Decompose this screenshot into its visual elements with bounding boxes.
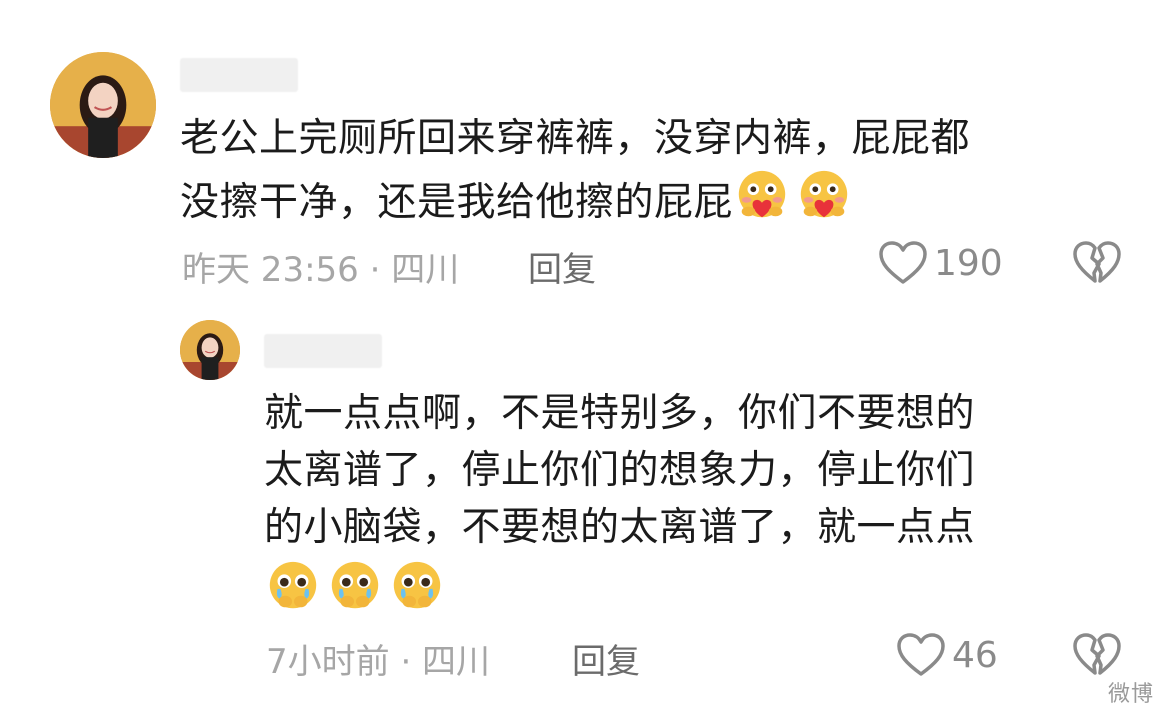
comment-line: 没擦干净，还是我给他擦的屁屁 — [180, 167, 1140, 231]
reply-button[interactable]: 回复 — [528, 242, 596, 291]
like-button[interactable]: 190 — [878, 240, 1003, 286]
pleading-emoji — [331, 561, 379, 609]
comment-meta: 昨天 23:56 · 四川 — [182, 250, 460, 290]
like-count: 190 — [934, 242, 1003, 284]
pleading-emoji — [269, 561, 317, 609]
reply-button[interactable]: 回复 — [572, 634, 640, 683]
comment-line: 太离谱了，停止你们的想象力，停止你们 — [264, 448, 976, 493]
comment-line: 老公上完厕所回来穿裤裤，没穿内裤，屁屁都 — [180, 116, 971, 161]
broken-heart-icon[interactable] — [1072, 240, 1122, 286]
pleading-emoji — [393, 561, 441, 609]
username-redacted[interactable] — [180, 58, 298, 92]
emoji-row — [264, 558, 1144, 622]
avatar[interactable] — [180, 320, 240, 380]
heart-hug-emoji — [738, 170, 786, 218]
comment-body: 老公上完厕所回来穿裤裤，没穿内裤，屁屁都 没擦干净，还是我给他擦的屁屁 — [180, 110, 1140, 231]
heart-hug-emoji — [800, 170, 848, 218]
heart-outline-icon — [879, 241, 927, 284]
avatar[interactable] — [50, 52, 156, 158]
watermark: 微博 — [1101, 674, 1160, 710]
broken-heart-icon[interactable] — [1072, 632, 1122, 678]
username-redacted[interactable] — [264, 334, 382, 368]
comment-meta: 7小时前 · 四川 — [266, 642, 491, 682]
heart-outline-icon — [897, 633, 945, 676]
reply-body: 就一点点啊，不是特别多，你们不要想的 太离谱了，停止你们的想象力，停止你们 的小… — [264, 385, 1144, 622]
like-button[interactable]: 46 — [896, 632, 998, 678]
comment-line: 就一点点啊，不是特别多，你们不要想的 — [264, 391, 976, 436]
comment-line: 的小脑袋，不要想的太离谱了，就一点点 — [264, 505, 976, 550]
like-count: 46 — [952, 634, 998, 676]
